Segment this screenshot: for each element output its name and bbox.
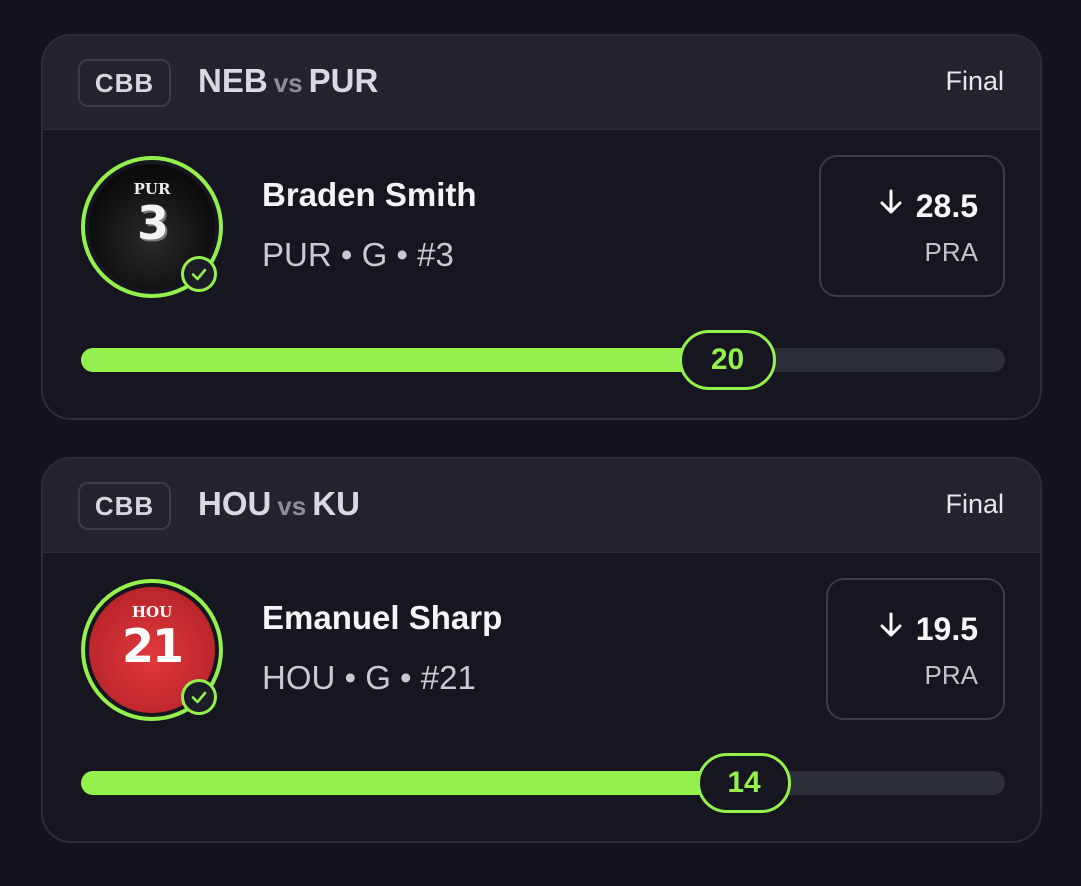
game-status: Final xyxy=(945,489,1004,519)
prop-card-1[interactable]: CBB NEB vs PUR Final PUR 3 Braden Smith PU… xyxy=(41,34,1042,420)
line-value-row: 19.5 xyxy=(876,610,978,648)
league-badge: CBB xyxy=(78,59,171,107)
home-team: HOU xyxy=(198,485,272,522)
home-team: NEB xyxy=(198,62,268,99)
check-icon xyxy=(181,679,217,715)
stat-type: PRA xyxy=(924,237,978,267)
matchup: NEB vs PUR xyxy=(198,62,378,100)
check-icon xyxy=(181,256,217,292)
actual-value-bubble: 20 xyxy=(679,330,776,390)
card-header: CBB NEB vs PUR Final xyxy=(43,36,1040,130)
jersey-number: 3 xyxy=(136,196,169,250)
arrow-down-icon xyxy=(876,610,906,648)
away-team: KU xyxy=(312,485,360,522)
jersey-number: 21 xyxy=(121,619,184,673)
player-meta: PUR • G • #3 xyxy=(262,236,454,273)
game-status: Final xyxy=(945,66,1004,96)
arrow-down-icon xyxy=(876,187,906,225)
player-avatar: HOU 21 xyxy=(81,579,223,721)
vs-label: vs xyxy=(277,491,307,521)
league-badge: CBB xyxy=(78,482,171,530)
vs-label: vs xyxy=(273,68,303,98)
progress-fill xyxy=(81,348,734,372)
player-name: Emanuel Sharp xyxy=(262,599,503,636)
matchup: HOU vs KU xyxy=(198,485,360,523)
stat-type: PRA xyxy=(924,660,978,690)
line-box[interactable]: 28.5 PRA xyxy=(819,155,1005,297)
prop-card-2[interactable]: CBB HOU vs KU Final HOU 21 Emanuel Sharp H… xyxy=(41,457,1042,843)
progress-track: 20 xyxy=(81,330,1005,390)
line-value: 19.5 xyxy=(915,610,978,647)
line-value-row: 28.5 xyxy=(876,187,978,225)
actual-value-bubble: 14 xyxy=(697,753,791,813)
player-name: Braden Smith xyxy=(262,176,477,213)
player-avatar: PUR 3 xyxy=(81,156,223,298)
player-meta: HOU • G • #21 xyxy=(262,659,476,696)
away-team: PUR xyxy=(308,62,379,99)
line-value: 28.5 xyxy=(915,187,978,224)
card-header: CBB HOU vs KU Final xyxy=(43,459,1040,553)
progress-track: 14 xyxy=(81,753,1005,813)
progress-fill xyxy=(81,771,744,795)
line-box[interactable]: 19.5 PRA xyxy=(826,578,1005,720)
